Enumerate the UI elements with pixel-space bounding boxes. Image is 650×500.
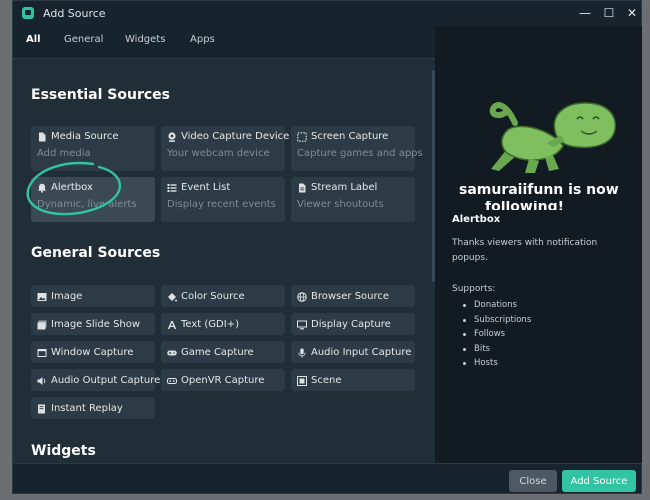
list-item: Subscriptions [463, 313, 531, 328]
card-title: Audio Input Capture [311, 347, 412, 358]
text-file-icon [299, 183, 306, 193]
list-item: Hosts [463, 356, 531, 371]
essential-sources-heading: Essential Sources [31, 87, 171, 103]
card-title: Color Source [181, 291, 245, 302]
tab-apps[interactable]: Apps [190, 34, 215, 45]
card-title: Text (GDI+) [181, 319, 239, 330]
title-bar: Add Source — ☐ ✕ [13, 1, 641, 25]
scene-icon [297, 376, 307, 386]
globe-icon [297, 292, 307, 302]
file-icon [39, 132, 46, 142]
card-description: Viewer shoutouts [297, 199, 384, 210]
source-card-screen-capture[interactable]: Screen Capture Capture games and apps [291, 126, 423, 171]
card-title: Audio Output Capture [51, 375, 161, 386]
dialog-footer: Close Add Source [13, 463, 641, 493]
card-title: Event List [181, 182, 231, 193]
card-description: Your webcam device [167, 148, 270, 159]
card-title: Display Capture [311, 319, 391, 330]
source-card-game-capture[interactable]: Game Capture [161, 341, 285, 363]
supports-list: Donations Subscriptions Follows Bits Hos… [463, 298, 531, 371]
list-item: Donations [463, 298, 531, 313]
tab-all[interactable]: All [26, 34, 41, 45]
source-card-image-slide-show[interactable]: Image Slide Show [31, 313, 155, 335]
highlight-circle-annotation [26, 161, 122, 216]
source-card-video-capture-device[interactable]: Video Capture Device Your webcam device [161, 126, 289, 171]
image-icon [37, 293, 47, 301]
preview-panel: samuraiifunn is now following! Alertbox … [435, 26, 642, 463]
gamepad-icon [167, 350, 177, 356]
alert-preview-caption: samuraiifunn is now [459, 182, 619, 198]
card-title: Browser Source [311, 291, 390, 302]
window-icon [37, 349, 47, 357]
source-card-text-gdi[interactable]: Text (GDI+) [161, 313, 285, 335]
text-icon [167, 321, 177, 329]
app-logo-icon [22, 7, 34, 19]
list-item: Bits [463, 342, 531, 357]
card-title: Video Capture Device [181, 131, 290, 142]
card-title: Stream Label [311, 182, 378, 193]
paint-bucket-icon [168, 293, 177, 302]
preview-description: Thanks viewers with notification popups. [452, 238, 598, 263]
alert-mascot-illustration [489, 102, 616, 173]
widgets-heading: Widgets [31, 443, 96, 459]
source-card-scene[interactable]: Scene [291, 369, 415, 391]
close-window-icon[interactable]: ✕ [625, 6, 639, 20]
card-title: OpenVR Capture [181, 375, 265, 386]
card-title: Image Slide Show [51, 319, 141, 330]
window-title: Add Source [43, 6, 106, 20]
vr-headset-icon [167, 378, 177, 384]
card-description: Add media [37, 148, 91, 159]
speaker-icon [37, 377, 46, 385]
source-card-color-source[interactable]: Color Source [161, 285, 285, 307]
card-title: Instant Replay [51, 403, 123, 414]
list-icon [167, 184, 177, 192]
screen-select-icon [297, 132, 307, 142]
category-tabs: All General Widgets Apps [13, 26, 435, 58]
source-card-audio-input-capture[interactable]: Audio Input Capture [291, 341, 415, 363]
tab-widgets[interactable]: Widgets [125, 34, 165, 45]
source-card-window-capture[interactable]: Window Capture [31, 341, 155, 363]
source-card-stream-label[interactable]: Stream Label Viewer shoutouts [291, 177, 415, 222]
slideshow-icon [37, 320, 47, 330]
source-card-display-capture[interactable]: Display Capture [291, 313, 415, 335]
source-card-image[interactable]: Image [31, 285, 155, 307]
card-title: Image [51, 291, 83, 302]
add-source-dialog: Add Source — ☐ ✕ All General Widgets App… [12, 0, 642, 494]
source-card-browser-source[interactable]: Browser Source [291, 285, 415, 307]
card-title: Game Capture [181, 347, 254, 358]
card-description: Capture games and apps [297, 148, 423, 159]
list-item: Follows [463, 327, 531, 342]
supports-label: Supports: [452, 284, 496, 294]
monitor-icon [297, 320, 307, 330]
card-title: Window Capture [51, 347, 134, 358]
alert-preview-caption-line2: following! [485, 201, 565, 210]
card-title: Screen Capture [311, 131, 389, 142]
add-source-button[interactable]: Add Source [562, 470, 636, 492]
card-description: Display recent events [167, 199, 276, 210]
source-list: Essential Sources Media Source Add media… [13, 58, 435, 463]
tab-general[interactable]: General [64, 34, 103, 45]
minimize-icon[interactable]: — [578, 6, 592, 20]
preview-title: Alertbox [452, 214, 501, 225]
general-sources-heading: General Sources [31, 245, 161, 261]
maximize-icon[interactable]: ☐ [602, 6, 616, 20]
source-card-event-list[interactable]: Event List Display recent events [161, 177, 285, 222]
source-card-audio-output-capture[interactable]: Audio Output Capture [31, 369, 160, 391]
source-card-instant-replay[interactable]: Instant Replay [31, 397, 155, 419]
source-card-openvr-capture[interactable]: OpenVR Capture [161, 369, 285, 391]
close-button[interactable]: Close [509, 470, 557, 492]
replay-icon [38, 404, 45, 414]
microphone-icon [298, 348, 306, 358]
card-title: Scene [311, 375, 342, 386]
webcam-icon [168, 132, 176, 142]
card-title: Media Source [51, 131, 119, 142]
